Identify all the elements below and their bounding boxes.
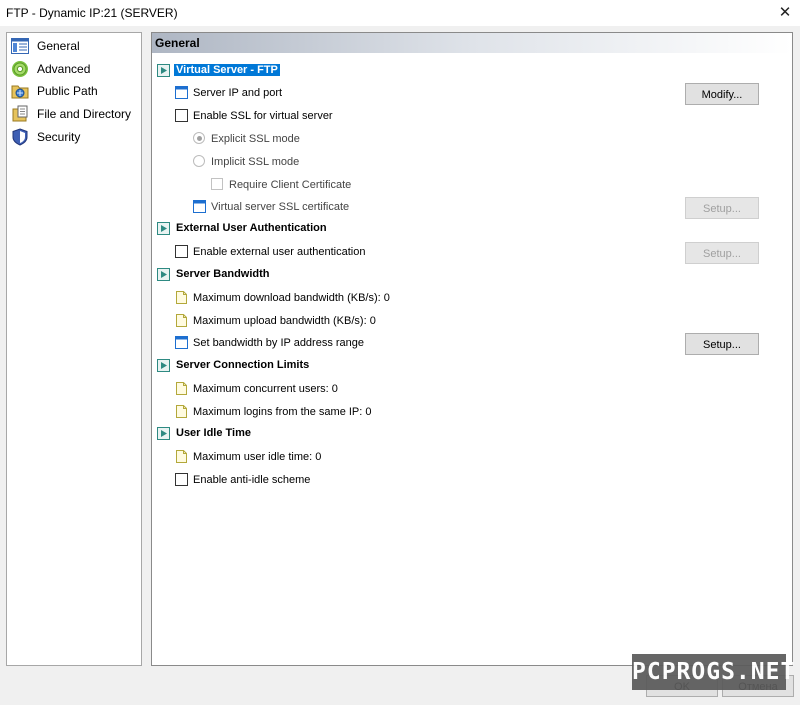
external-auth-setup-button[interactable]: Setup...: [685, 242, 759, 264]
anti-idle-checkbox[interactable]: [175, 473, 188, 486]
panel-header: General: [152, 33, 792, 53]
note-icon: [176, 314, 187, 327]
folder-icon: [11, 85, 29, 99]
expand-arrow-icon: [157, 64, 170, 77]
section-label: Server Bandwidth: [176, 268, 270, 280]
expand-arrow-icon: [157, 268, 170, 281]
row-label: Enable anti-idle scheme: [193, 474, 311, 486]
implicit-ssl-radio[interactable]: [193, 155, 205, 167]
expand-arrow-icon: [157, 222, 170, 235]
row-label: Implicit SSL mode: [211, 156, 300, 168]
title-bar: FTP - Dynamic IP:21 (SERVER) ✕: [0, 0, 800, 26]
window-title: FTP - Dynamic IP:21 (SERVER): [6, 6, 178, 20]
note-icon: [176, 382, 187, 395]
sidebar-item-label: Advanced: [37, 62, 91, 76]
bandwidth-setup-button[interactable]: Setup...: [685, 333, 759, 355]
require-cert-checkbox[interactable]: [211, 178, 223, 190]
row-label: Server IP and port: [193, 87, 283, 99]
section-label: User Idle Time: [176, 427, 251, 439]
sidebar-item-label: Public Path: [37, 84, 98, 98]
sidebar-item-label: File and Directory: [37, 107, 132, 121]
sidebar-item-advanced[interactable]: Advanced: [9, 59, 139, 79]
sidebar-item-general[interactable]: General: [9, 36, 139, 56]
window-icon: [175, 336, 188, 349]
row-label: Maximum download bandwidth (KB/s): 0: [193, 292, 390, 304]
shield-icon: [12, 128, 28, 146]
row-label: Virtual server SSL certificate: [211, 201, 350, 213]
section-label: Server Connection Limits: [176, 359, 310, 371]
row-label: Enable external user authentication: [193, 246, 366, 258]
enable-ssl-checkbox[interactable]: [175, 109, 188, 122]
expand-arrow-icon: [157, 359, 170, 372]
note-icon: [176, 450, 187, 463]
watermark: PCPROGS.NET: [632, 654, 794, 690]
modify-button[interactable]: Modify...: [685, 83, 759, 105]
window-icon: [193, 200, 206, 213]
sidebar-item-file-directory[interactable]: File and Directory: [9, 104, 139, 124]
window-icon: [175, 86, 188, 99]
settings-panel: General Virtual Server - FTP Server IP a…: [151, 32, 793, 666]
close-button[interactable]: ✕: [770, 0, 800, 26]
section-label: Virtual Server - FTP: [174, 64, 280, 76]
row-label: Maximum logins from the same IP: 0: [193, 406, 372, 418]
row-label: Explicit SSL mode: [211, 133, 300, 145]
general-icon: [11, 38, 29, 54]
row-label: Set bandwidth by IP address range: [193, 337, 365, 349]
sidebar-item-security[interactable]: Security: [9, 127, 139, 147]
ssl-setup-button[interactable]: Setup...: [685, 197, 759, 219]
section-label: External User Authentication: [176, 222, 327, 234]
file-icon: [12, 105, 28, 122]
sidebar-item-label: General: [37, 39, 80, 53]
sidebar-item-label: Security: [37, 130, 81, 144]
gear-icon: [12, 61, 28, 77]
note-icon: [176, 291, 187, 304]
row-label: Maximum upload bandwidth (KB/s): 0: [193, 315, 376, 327]
row-label: Enable SSL for virtual server: [193, 110, 333, 122]
note-icon: [176, 405, 187, 418]
expand-arrow-icon: [157, 427, 170, 440]
row-label: Maximum concurrent users: 0: [193, 383, 338, 395]
page-title: General: [155, 36, 200, 50]
sidebar: General Advanced Public Path File and Di…: [6, 32, 142, 666]
sidebar-item-public-path[interactable]: Public Path: [9, 81, 139, 101]
explicit-ssl-radio[interactable]: [193, 132, 205, 144]
row-label: Require Client Certificate: [229, 179, 352, 191]
row-label: Maximum user idle time: 0: [193, 451, 322, 463]
external-auth-checkbox[interactable]: [175, 245, 188, 258]
